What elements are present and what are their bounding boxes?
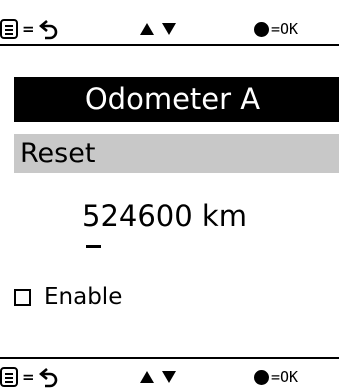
equals-sign: =: [22, 367, 35, 386]
edit-cursor: [86, 245, 101, 248]
menu-icon: [0, 367, 18, 387]
filled-dot-icon: [254, 21, 269, 37]
triangle-down-icon: [162, 371, 176, 383]
reset-menu-item[interactable]: Reset: [14, 134, 339, 173]
triangle-up-icon: [140, 371, 154, 383]
equals-sign: =: [22, 19, 35, 38]
back-arrow-icon: [38, 20, 57, 40]
bottom-divider: [0, 357, 339, 359]
ok-label: =OK: [271, 367, 299, 386]
filled-dot-icon: [254, 369, 269, 385]
navigate-hint: [139, 14, 177, 44]
odometer-value[interactable]: 524600 km: [82, 196, 247, 236]
triangle-down-icon: [162, 23, 176, 35]
top-divider: [0, 44, 339, 46]
bottom-hint-bar: = =OK: [0, 357, 339, 388]
menu-back-hint: =: [0, 14, 59, 44]
checkbox-icon[interactable]: [14, 288, 31, 306]
ok-hint: =OK: [254, 14, 298, 44]
enable-label: Enable: [44, 284, 123, 310]
ok-label: =OK: [271, 19, 299, 38]
back-arrow-icon: [38, 368, 57, 388]
enable-checkbox-row[interactable]: Enable: [14, 282, 122, 312]
top-hint-bar: = =OK: [0, 0, 339, 46]
page-title: Odometer A: [14, 77, 339, 122]
menu-icon: [0, 19, 18, 39]
triangle-up-icon: [140, 23, 154, 35]
